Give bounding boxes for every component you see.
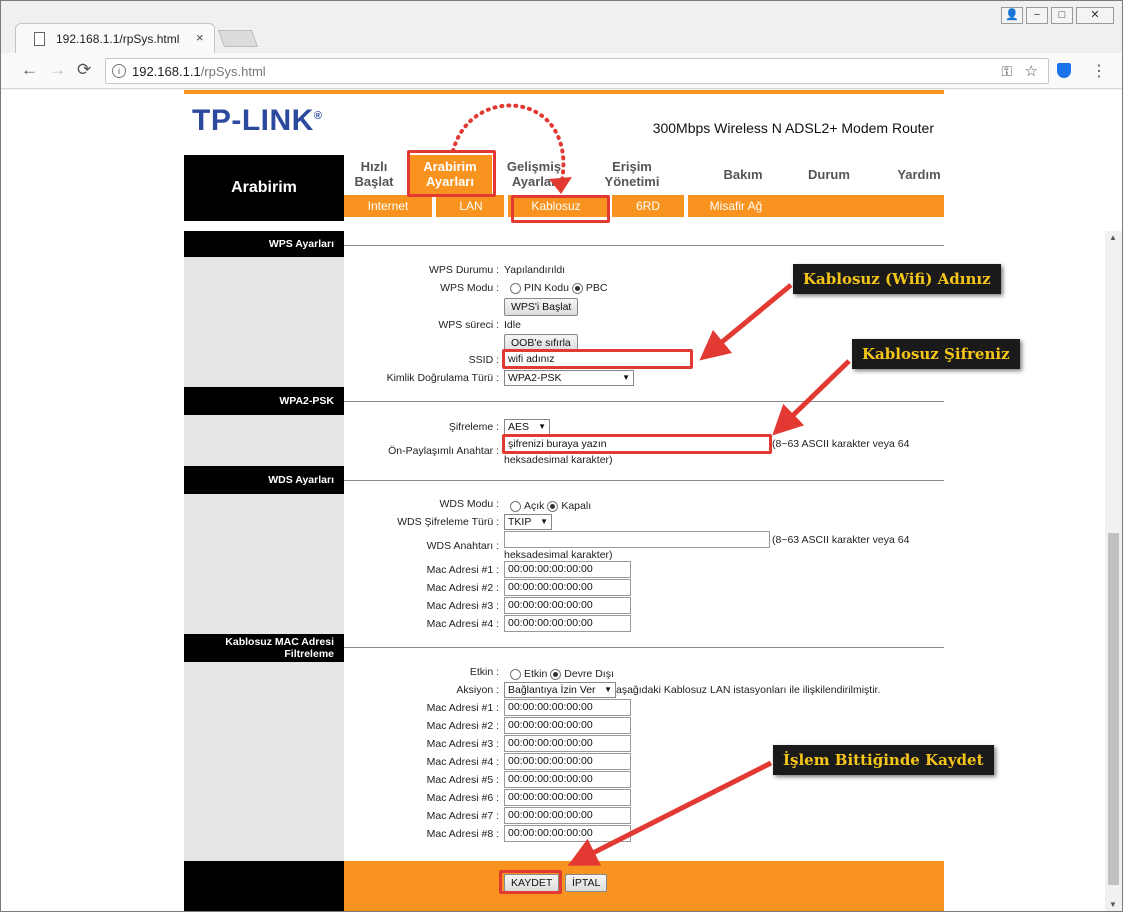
dotted-arrow-head (549, 177, 572, 194)
save-callout: İşlem Bittiğinde Kaydet (773, 745, 994, 775)
dotted-curve-arrow (451, 103, 566, 188)
password-arrow (772, 359, 851, 436)
password-callout: Kablosuz Şifreniz (852, 339, 1020, 369)
browser-window: 192.168.1.1/rpSys.html × 👤 − □ ✕ ← → ⟳ i… (0, 0, 1123, 912)
ssid-callout: Kablosuz (Wifi) Adınız (793, 264, 1001, 294)
save-arrow (567, 760, 773, 866)
ssid-arrow (699, 283, 793, 361)
